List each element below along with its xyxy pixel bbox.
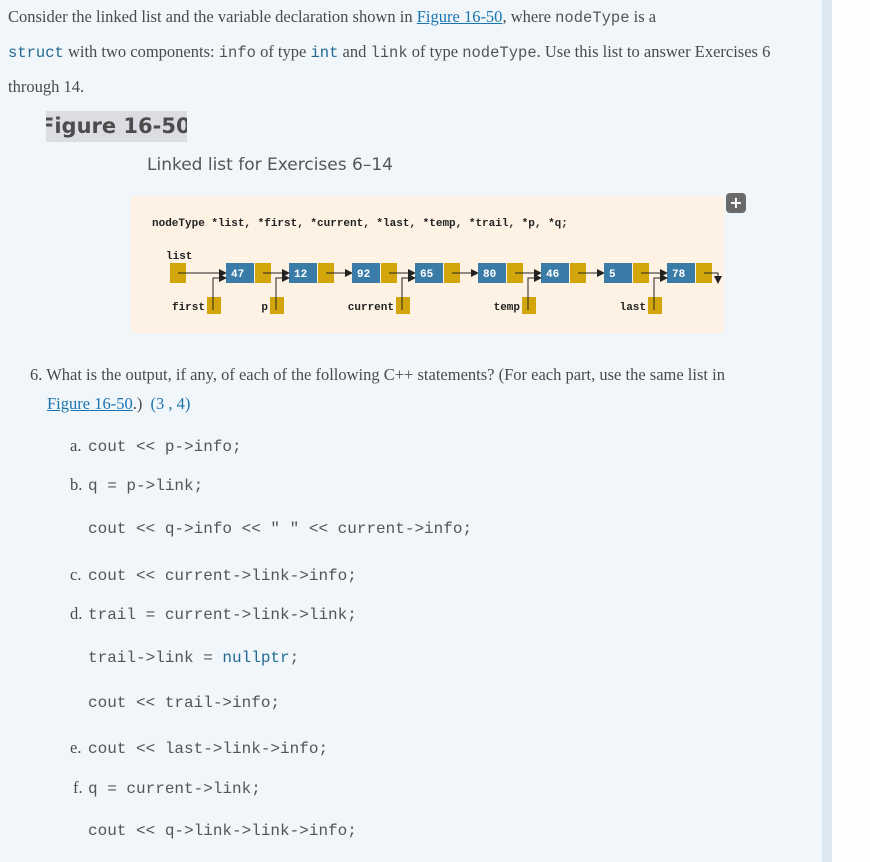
pointer-label-temp: temp <box>494 302 521 314</box>
node-value: 92 <box>357 269 370 281</box>
part-e: e. cout << last->link->info; <box>70 738 329 758</box>
figure-label: Figure 16-50 <box>46 111 187 142</box>
figure-link[interactable]: Figure 16-50 <box>417 7 503 26</box>
code-nodetype: nodeType <box>555 9 630 27</box>
part-d: d. trail = current->link->link; <box>70 604 357 624</box>
keyword-nullptr: nullptr <box>222 649 290 667</box>
node-value: 12 <box>294 269 307 281</box>
intro-paragraph: Consider the linked list and the variabl… <box>8 7 771 96</box>
part-b: b. q = p->link; <box>70 475 204 495</box>
part-f-line-2: cout << q->link->link->info; <box>88 822 357 840</box>
part-c: c. cout << current->link->info; <box>70 565 357 585</box>
pointer-label-p: p <box>261 302 268 314</box>
code-info: info <box>218 44 256 62</box>
code-link: link <box>370 44 408 62</box>
pointer-label-last: last <box>620 302 646 314</box>
node-value: 80 <box>483 269 496 281</box>
pointer-box-first <box>207 297 221 314</box>
pointer-box-p <box>270 297 284 314</box>
node-value: 46 <box>546 269 559 281</box>
node-value: 65 <box>420 269 434 281</box>
question-6: 6. What is the output, if any, of each o… <box>30 365 725 413</box>
pointer-box-last <box>648 297 662 314</box>
marks-badge: (3 , 4) <box>150 394 191 413</box>
linked-list-figure: nodeType *list, *first, *current, *last,… <box>131 196 724 333</box>
pointer-box-temp <box>522 297 536 314</box>
linked-list-diagram: nodeType *list, *first, *current, *last,… <box>152 218 722 314</box>
pointer-label-first: first <box>172 302 205 314</box>
scrollbar-track[interactable] <box>822 0 832 862</box>
part-b-line-2: cout << q->info << " " << current->info; <box>88 520 473 538</box>
figure-caption: Linked list for Exercises 6–14 <box>147 155 393 175</box>
node-value: 78 <box>672 269 686 281</box>
code-int: int <box>310 44 339 62</box>
pointer-box-current <box>396 297 410 314</box>
part-d-line-2: trail->link = nullptr; <box>88 649 300 667</box>
part-f: f. q = current->link; <box>73 778 261 798</box>
list-head-label: list <box>166 251 192 263</box>
expand-figure-button[interactable]: + <box>726 193 746 213</box>
code-struct: struct <box>8 44 64 62</box>
code-nodetype-2: nodeType <box>462 44 537 62</box>
part-d-line-3: cout << trail->info; <box>88 694 281 712</box>
declaration-text: nodeType *list, *first, *current, *last,… <box>152 218 568 230</box>
node-value: 47 <box>231 269 244 281</box>
part-a: a. cout << p->info; <box>70 436 242 456</box>
node-value: 5 <box>609 269 616 281</box>
pointer-label-current: current <box>348 302 394 314</box>
plus-icon: + <box>729 193 743 212</box>
figure-link-2[interactable]: Figure 16-50 <box>47 394 133 413</box>
